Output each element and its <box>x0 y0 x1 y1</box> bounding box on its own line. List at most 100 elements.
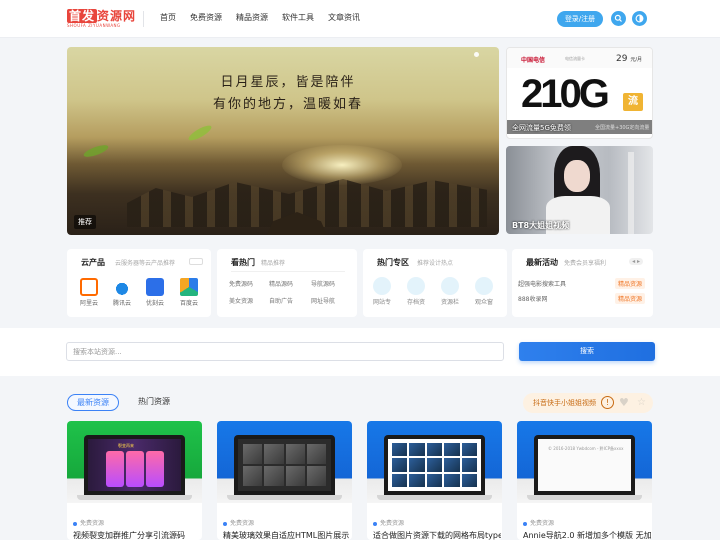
laptop-screen: 裂变再来 <box>88 439 181 491</box>
resource-category[interactable]: 免费资源 <box>373 518 404 527</box>
resource-category[interactable]: 免费资源 <box>73 518 104 527</box>
hot-link[interactable]: 自助广告 <box>269 296 311 305</box>
grid-tile <box>461 443 477 457</box>
promo-text: 抖音快手小姐姐视频 <box>533 399 596 407</box>
search-submit-button[interactable]: 搜索 <box>519 342 655 361</box>
nav-divider <box>143 11 144 27</box>
cloud-item-aliyun[interactable]: 阿里云 <box>75 278 103 307</box>
hot-zone-item[interactable]: 资源栏 <box>437 277 463 306</box>
side-ad-video[interactable]: BT8大姐姐视频 <box>506 146 653 234</box>
hot-zone-icon <box>373 277 391 295</box>
cloud-label: 腾讯云 <box>112 300 131 307</box>
hero-banner[interactable]: 日月星辰，皆是陪伴 有你的地方，温暖如春 推荐 <box>67 47 499 235</box>
hot-zone-icon <box>407 277 425 295</box>
logo-name: 资源网 <box>97 9 137 23</box>
hot-zone-icon <box>475 277 493 295</box>
site-logo[interactable]: 首发 资源网 SHOUFA ZIYUANWANG <box>67 9 135 31</box>
star-icon[interactable]: ☆ <box>637 396 646 409</box>
grid-tile <box>426 443 443 457</box>
card-subtitle: 云服务器等云产品推荐 <box>115 260 176 267</box>
hot-zone-item[interactable]: 存档资 <box>403 277 429 306</box>
hot-zone-item[interactable]: 观众窗 <box>471 277 497 306</box>
cloud-label: 阿里云 <box>79 300 98 307</box>
resource-title[interactable]: 视频裂变加群推广分享引流源码 <box>73 530 201 540</box>
nav-software-tools[interactable]: 软件工具 <box>282 12 314 24</box>
activity-nav-arrows[interactable]: ◂ ▸ <box>629 258 643 265</box>
cloud-item-tencent[interactable]: 腾讯云 <box>108 278 136 307</box>
resource-card[interactable]: 免费资源 适合做图片资源下载的网格布局typecho <box>367 421 502 540</box>
ad-price: 29 元/月 <box>616 54 642 64</box>
warning-icon: ! <box>601 396 614 409</box>
laptop-mockup <box>384 435 485 495</box>
cloud-item-baidu[interactable]: 百度云 <box>175 278 203 307</box>
activity-row[interactable]: 888收录网 精品资源 <box>518 292 647 304</box>
nav-premium-resources[interactable]: 精品资源 <box>236 12 268 24</box>
resource-title[interactable]: 适合做图片资源下载的网格布局typecho <box>373 530 501 540</box>
nav-home[interactable]: 首页 <box>160 12 176 24</box>
hot-link[interactable]: 导航源码 <box>311 279 351 288</box>
resource-thumbnail: 裂变再来 <box>67 421 202 503</box>
hot-link[interactable]: 免费源码 <box>229 279 269 288</box>
gallery-tile <box>306 444 326 464</box>
search-input[interactable] <box>66 342 504 361</box>
activity-badge: 精品资源 <box>614 293 645 304</box>
cloud-item-ucloud[interactable]: 优刻云 <box>141 278 169 307</box>
nav-free-resources[interactable]: 免费资源 <box>190 12 222 24</box>
tab-hot-resources[interactable]: 热门资源 <box>130 394 178 411</box>
card-toggle[interactable] <box>189 258 203 265</box>
hot-zone-label: 观众窗 <box>474 299 493 306</box>
grid-tile <box>409 473 425 487</box>
resource-category[interactable]: 免费资源 <box>523 518 554 527</box>
resource-title[interactable]: 精美玻璃效果自适应HTML图片展示 <box>223 530 351 540</box>
hot-zone-label: 资源栏 <box>440 299 459 306</box>
resource-title[interactable]: Annie导航2.0 新增加多个模版 无加密 <box>523 530 651 540</box>
resource-card[interactable]: 裂变再来 免费资源 视频裂变加群推广分享引流源码 <box>67 421 202 540</box>
main-nav: 首页 免费资源 精品资源 软件工具 文章资讯 <box>160 12 360 24</box>
side-ad-telecom[interactable]: 中国电信 电信流量卡 29 元/月 210G 流 全网流量5G免费领 全国流量+… <box>506 47 653 139</box>
laptop-screen <box>388 439 481 491</box>
grid-tile <box>444 458 460 472</box>
ad-background-rail <box>628 152 634 234</box>
resource-card[interactable]: 免费资源 精美玻璃效果自适应HTML图片展示 <box>217 421 352 540</box>
hot-link[interactable]: 美女资源 <box>229 296 269 305</box>
tab-latest-resources[interactable]: 最新资源 <box>67 394 119 411</box>
card-subtitle: 推荐设计热点 <box>417 260 454 267</box>
promo-banner[interactable]: 抖音快手小姐姐视频 ! ♥ ☆ <box>523 393 653 413</box>
gallery-tile <box>264 444 284 464</box>
activity-row[interactable]: 超强电影搜索工具 精品资源 <box>518 277 647 289</box>
grid-tile <box>409 458 425 472</box>
login-register-button[interactable]: 登录/注册 <box>557 11 603 27</box>
grid-tile <box>392 473 408 487</box>
tencent-cloud-icon <box>113 278 131 296</box>
laptop-screen <box>238 439 331 491</box>
hot-zone-item[interactable]: 网站专 <box>369 277 395 306</box>
grid-tile <box>392 443 408 457</box>
laptop-mockup: © 2016-2018 Ywbdcom - 黔ICP备xxxx <box>534 435 635 495</box>
search-button[interactable] <box>611 11 626 26</box>
hot-zone-label: 网站专 <box>372 299 391 306</box>
theme-toggle-button[interactable] <box>632 11 647 26</box>
logo-text: 首发 资源网 <box>67 9 135 23</box>
hot-links: 免费源码 精品源码 导航源码 美女资源 自助广告 网址导航 <box>229 279 351 305</box>
search-icon <box>614 14 622 22</box>
resource-card[interactable]: © 2016-2018 Ywbdcom - 黔ICP备xxxx 免费资源 Ann… <box>517 421 652 540</box>
resource-category[interactable]: 免费资源 <box>223 518 254 527</box>
card-title: 看热门 <box>231 258 255 267</box>
resource-thumbnail: © 2016-2018 Ywbdcom - 黔ICP备xxxx <box>517 421 652 503</box>
gallery-tile <box>285 444 305 464</box>
site-header: 首发 资源网 SHOUFA ZIYUANWANG 首页 免费资源 精品资源 软件工… <box>0 0 720 38</box>
card-title: 云产品 <box>81 258 105 267</box>
hot-link[interactable]: 精品源码 <box>269 279 311 288</box>
card-title: 最新活动 <box>526 258 558 267</box>
nav-articles[interactable]: 文章资讯 <box>328 12 360 24</box>
gallery-tile <box>264 466 284 486</box>
ucloud-icon <box>146 278 164 296</box>
ad-data-amount: 210G <box>521 72 610 116</box>
hot-link[interactable]: 网址导航 <box>311 296 351 305</box>
logo-subtext: SHOUFA ZIYUANWANG <box>67 23 121 28</box>
card-hot-zone: 热门专区 推荐设计热点 网站专 存档资 资源栏 观众窗 <box>363 249 507 317</box>
heart-icon[interactable]: ♥ <box>619 396 629 409</box>
gallery-tile <box>243 466 263 486</box>
carousel-indicator[interactable] <box>474 52 479 57</box>
hot-zone-label: 存档资 <box>406 299 425 306</box>
